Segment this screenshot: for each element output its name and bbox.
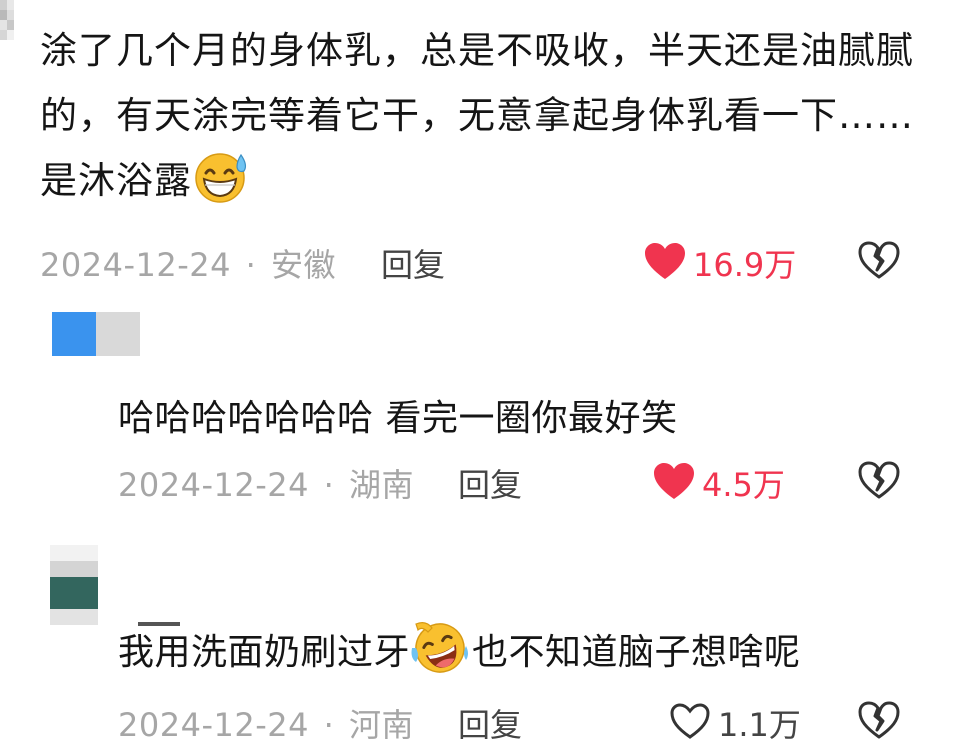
comment-text-body: 也不知道脑子想啥呢 [472, 632, 801, 673]
like-count: 1.1万 [718, 706, 801, 744]
broken-heart-icon[interactable] [857, 240, 901, 284]
broken-heart-icon[interactable] [857, 460, 901, 504]
comment-meta: 2024-12-24 · 湖南 [118, 460, 414, 506]
comment-text: 涂了几个月的身体乳，总是不吸收，半天还是油腻腻的，有天涂完等着它干，无意拿起身体… [40, 18, 930, 223]
comment-text-body: 我用洗面奶刷过牙 [118, 632, 411, 673]
rolling-laughing-emoji [410, 618, 472, 683]
heart-filled-icon [652, 461, 696, 505]
reply-button[interactable]: 回复 [458, 460, 522, 506]
like-button[interactable]: 4.5万 [652, 460, 785, 506]
comment-meta: 2024-12-24 · 河南 [118, 700, 414, 746]
like-count: 4.5万 [702, 466, 785, 504]
meta-separator: · [245, 246, 257, 284]
comment-date: 2024-12-24 [118, 466, 309, 504]
avatar-partial[interactable] [0, 0, 14, 40]
avatar[interactable] [50, 545, 98, 625]
meta-separator: · [323, 706, 335, 744]
comment-date: 2024-12-24 [118, 706, 309, 744]
like-button[interactable]: 1.1万 [668, 700, 801, 746]
comment-location: 安徽 [270, 246, 336, 284]
heart-filled-icon [643, 241, 687, 285]
comment-location: 湖南 [348, 466, 414, 504]
avatar[interactable] [52, 312, 140, 356]
like-count: 16.9万 [693, 246, 797, 284]
like-button[interactable]: 16.9万 [643, 240, 796, 286]
reply-button[interactable]: 回复 [381, 240, 445, 286]
heart-outline-icon [668, 701, 712, 745]
reply-button[interactable]: 回复 [458, 700, 522, 746]
meta-separator: · [323, 466, 335, 504]
comment-location: 河南 [348, 706, 414, 744]
comment-date: 2024-12-24 [40, 246, 231, 284]
comment-text-body: 涂了几个月的身体乳，总是不吸收，半天还是油腻腻的，有天涂完等着它干，无意拿起身体… [40, 29, 914, 202]
comment-meta: 2024-12-24 · 安徽 [40, 240, 336, 286]
comment-text: 我用洗面奶刷过牙 也不知道脑子想啥呢 [118, 618, 801, 683]
broken-heart-icon[interactable] [857, 700, 901, 744]
comment-text: 哈哈哈哈哈哈哈 看完一圈你最好笑 [118, 398, 678, 439]
grinning-sweat-emoji [192, 151, 252, 223]
